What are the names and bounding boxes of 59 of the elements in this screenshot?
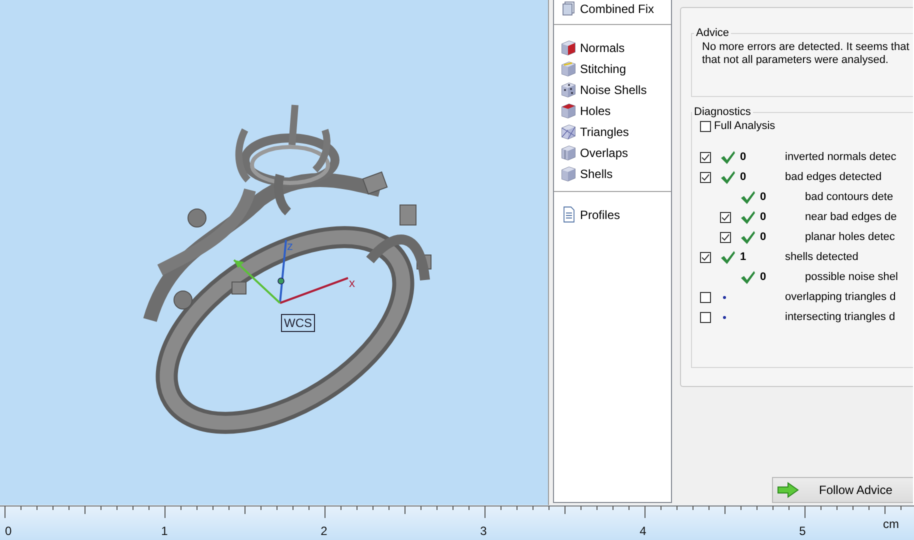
cube-icon <box>560 39 577 56</box>
ruler-label: 3 <box>480 524 487 538</box>
diagnostic-label: planar holes detec <box>805 231 895 243</box>
count: 0 <box>760 271 766 283</box>
ruler-label: 5 <box>799 524 806 538</box>
arrow-icon <box>777 482 799 498</box>
cube-icon <box>560 102 577 119</box>
ruler-label: 2 <box>320 524 328 538</box>
fix-item[interactable]: Combined Fix <box>554 0 671 17</box>
diagnostic-label: inverted normals detec <box>785 151 896 163</box>
axis-label: z <box>287 239 293 253</box>
cube-icon <box>560 60 577 77</box>
fix-item[interactable]: Normals <box>554 37 671 58</box>
fix-item[interactable]: Noise Shells <box>554 79 671 100</box>
cube-icon <box>560 123 577 140</box>
cube-icon <box>560 81 577 98</box>
group-title: Advice <box>695 27 730 39</box>
fix-item[interactable]: Profiles <box>554 204 671 225</box>
advice-text: No more errors are detected. It seems that <box>702 41 910 54</box>
ruler-label: 1 <box>161 524 168 538</box>
wcs-label: WCS <box>281 314 315 332</box>
3d-viewport[interactable]: z x WCS <box>0 0 548 505</box>
count: 1 <box>740 251 746 263</box>
diagnostic-label: shells detected <box>785 251 858 263</box>
advice-text: that not all parameters were analysed. <box>702 54 890 67</box>
diagnostic-label: possible noise shel <box>805 271 898 283</box>
fix-item[interactable]: Overlaps <box>554 142 671 163</box>
axis-label: x <box>349 276 355 290</box>
checkbox[interactable] <box>700 312 711 322</box>
group-title: Diagnostics <box>693 106 752 118</box>
diagnostic-label: bad edges detected <box>785 171 882 183</box>
cube-icon <box>560 165 577 182</box>
checkbox[interactable] <box>700 252 711 262</box>
count: 0 <box>740 151 746 163</box>
count: 0 <box>760 231 766 243</box>
ruler-label: 4 <box>640 524 646 538</box>
diagnostic-label: overlapping triangles d <box>785 291 896 303</box>
diagnostic-label: near bad edges de <box>805 211 897 223</box>
checkbox[interactable] <box>720 232 731 242</box>
fix-item[interactable]: Stitching <box>554 58 671 79</box>
fix-item[interactable]: Shells <box>554 163 671 184</box>
checkbox-label: Full Analysis <box>714 120 776 132</box>
checkbox[interactable] <box>700 172 711 182</box>
diagnostic-label: bad contours dete <box>805 191 894 203</box>
fix-item[interactable]: Triangles <box>554 121 671 142</box>
count: 0 <box>740 171 746 183</box>
checkbox[interactable] <box>700 152 711 162</box>
fix-item[interactable]: Holes <box>554 100 671 121</box>
unit-label: cm <box>883 517 899 531</box>
diagnostic-label: intersecting triangles d <box>785 311 896 323</box>
count: 0 <box>760 191 766 203</box>
count: 0 <box>760 211 766 223</box>
checkbox[interactable] <box>700 120 711 132</box>
checkbox[interactable] <box>720 212 731 222</box>
checkbox[interactable] <box>700 292 711 302</box>
cube-icon <box>560 144 577 161</box>
ruler-label: 0 <box>5 524 12 538</box>
follow-advice-button[interactable]: Follow Advice <box>772 477 913 503</box>
stacked-cards-icon <box>560 0 577 17</box>
